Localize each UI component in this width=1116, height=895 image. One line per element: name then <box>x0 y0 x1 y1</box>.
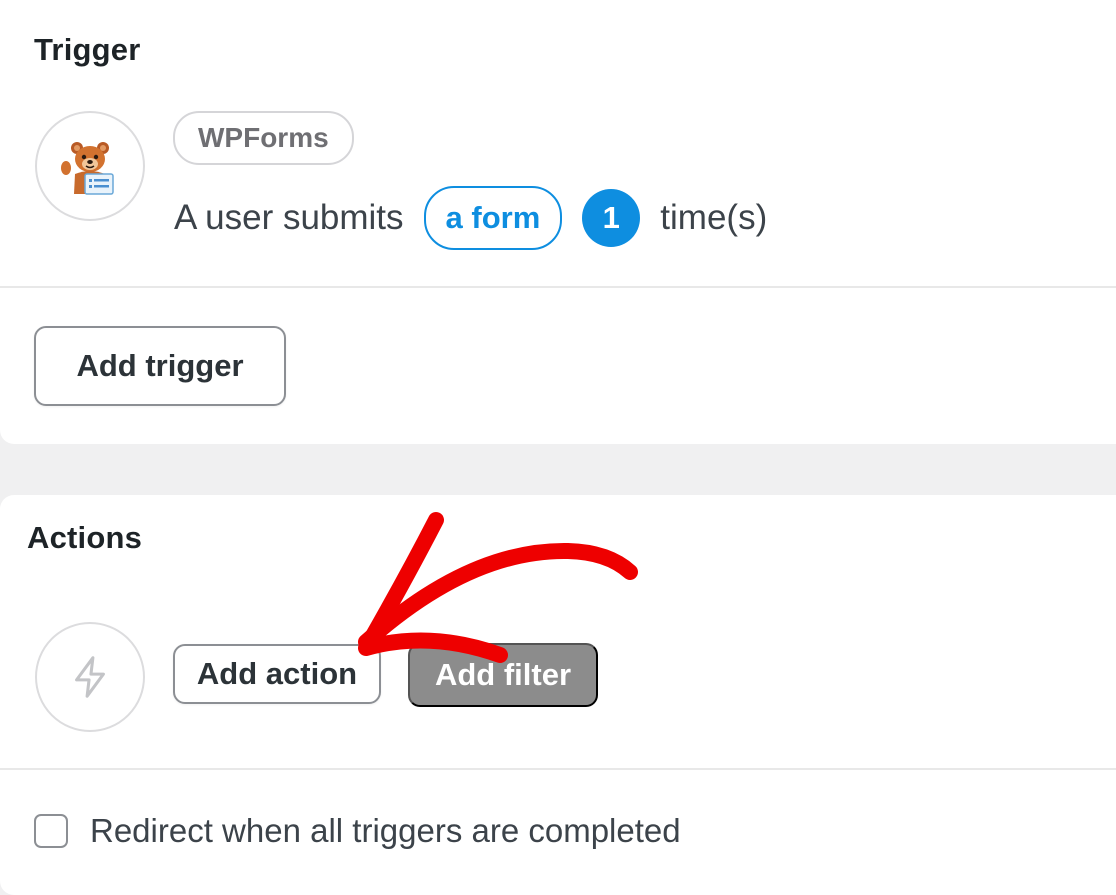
integration-name-pill: WPForms <box>173 111 354 165</box>
actions-section-title: Actions <box>27 520 143 555</box>
add-trigger-button[interactable]: Add trigger <box>34 326 286 406</box>
wpforms-bear-icon <box>61 142 114 195</box>
action-placeholder-icon <box>35 622 145 732</box>
trigger-sentence-prefix: A user submits <box>174 198 404 237</box>
trigger-divider <box>0 286 1116 288</box>
add-action-button[interactable]: Add action <box>173 644 381 704</box>
redirect-checkbox[interactable] <box>34 814 68 848</box>
form-selector-token[interactable]: a form <box>423 186 563 250</box>
trigger-sentence-suffix: time(s) <box>660 198 768 237</box>
redirect-option: Redirect when all triggers are completed <box>34 811 681 851</box>
lightning-bolt-icon <box>75 656 105 698</box>
actions-divider <box>0 768 1116 770</box>
trigger-sentence: A user submits a form 1 time(s) <box>174 185 767 251</box>
submit-count-token[interactable]: 1 <box>582 189 641 247</box>
add-filter-button[interactable]: Add filter <box>408 643 598 707</box>
wpforms-integration-icon <box>35 111 145 221</box>
trigger-section-title: Trigger <box>34 32 141 67</box>
redirect-checkbox-label: Redirect when all triggers are completed <box>90 812 681 849</box>
